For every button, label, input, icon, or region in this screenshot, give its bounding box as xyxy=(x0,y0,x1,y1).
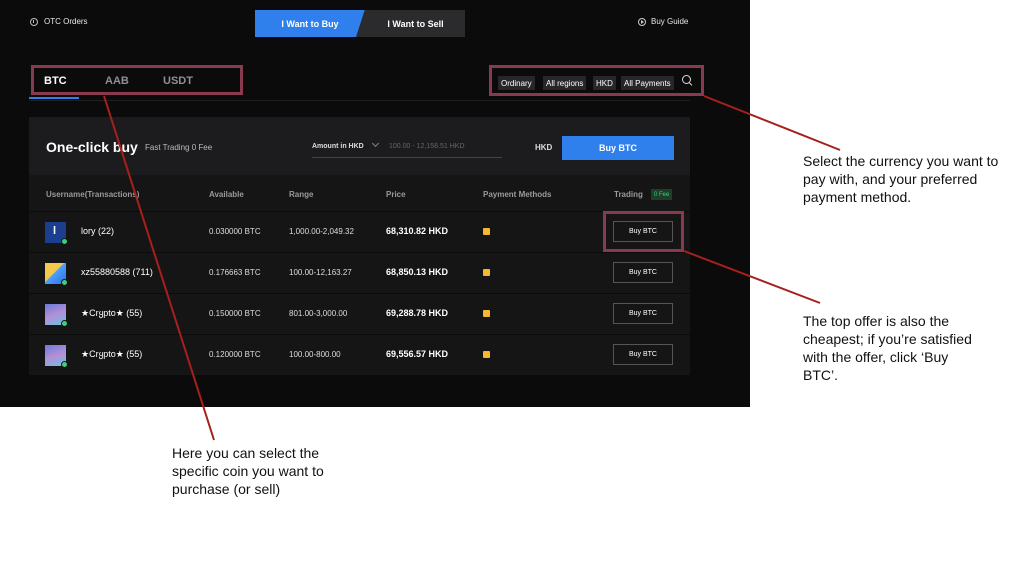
annotation-top-offer: The top offer is also the cheapest; if y… xyxy=(803,313,972,383)
annotation-line-filters xyxy=(703,95,841,151)
annotation-line-offer xyxy=(683,250,821,304)
annotation-line-coins xyxy=(103,95,215,441)
annotation-lines xyxy=(103,95,841,441)
annotation-coin-select: Here you can select the specific coin yo… xyxy=(172,445,324,497)
annotation-currency: Select the currency you want to pay with… xyxy=(803,153,999,205)
